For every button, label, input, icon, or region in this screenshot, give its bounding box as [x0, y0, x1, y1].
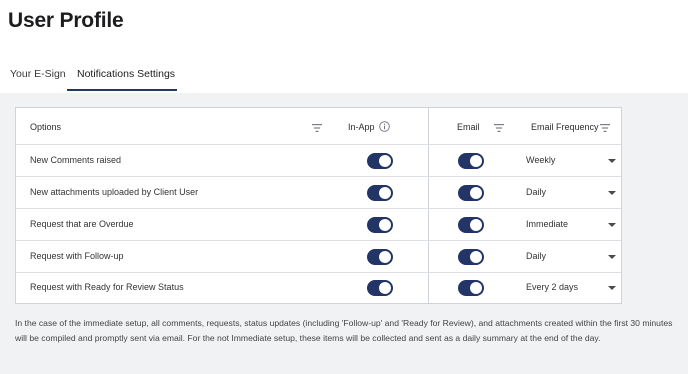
filter-icon[interactable] [312, 124, 322, 132]
toggle-knob [379, 219, 391, 231]
page-title: User Profile [8, 9, 124, 32]
option-label: New attachments uploaded by Client User [30, 187, 199, 197]
in-app-toggle[interactable] [367, 185, 393, 201]
email-toggle[interactable] [458, 249, 484, 265]
caret-down-icon [608, 191, 616, 195]
select-value: Every 2 days [526, 282, 579, 292]
header-in-app: In-App [348, 122, 375, 132]
filter-icon[interactable] [600, 124, 610, 132]
tab-notifications-settings[interactable]: Notifications Settings [77, 68, 175, 80]
table-header-row: Options In-App Email Email Frequency [16, 108, 621, 145]
header-email-frequency: Email Frequency [531, 122, 599, 132]
tab-bar: Your E-Sign Notifications Settings [0, 60, 688, 93]
email-frequency-select[interactable]: Weekly [526, 151, 618, 171]
toggle-knob [470, 251, 482, 263]
option-label: Request with Ready for Review Status [30, 282, 184, 292]
toggle-knob [379, 251, 391, 263]
toggle-knob [470, 219, 482, 231]
info-icon[interactable] [379, 121, 390, 132]
table-row: New Comments raised Weekly [16, 145, 621, 177]
option-label: New Comments raised [30, 155, 122, 165]
header-email: Email [457, 122, 480, 132]
header-options: Options [30, 122, 62, 132]
table-row: Request with Ready for Review Status Eve… [16, 273, 621, 303]
select-value: Daily [526, 187, 547, 197]
toggle-knob [470, 282, 482, 294]
active-tab-indicator [67, 89, 177, 91]
option-label: Request with Follow-up [30, 251, 124, 261]
email-toggle[interactable] [458, 217, 484, 233]
table-row: Request that are Overdue Immediate [16, 209, 621, 241]
in-app-toggle[interactable] [367, 153, 393, 169]
option-label: Request that are Overdue [30, 219, 134, 229]
email-toggle[interactable] [458, 280, 484, 296]
toggle-knob [379, 282, 391, 294]
toggle-knob [379, 155, 391, 167]
caret-down-icon [608, 223, 616, 227]
caret-down-icon [608, 159, 616, 163]
select-value: Weekly [526, 155, 556, 165]
filter-icon[interactable] [494, 124, 504, 132]
email-frequency-select[interactable]: Every 2 days [526, 278, 618, 298]
table-row: New attachments uploaded by Client User … [16, 177, 621, 209]
toggle-knob [470, 155, 482, 167]
select-value: Immediate [526, 219, 569, 229]
toggle-knob [379, 187, 391, 199]
email-toggle[interactable] [458, 185, 484, 201]
in-app-toggle[interactable] [367, 249, 393, 265]
caret-down-icon [608, 255, 616, 259]
email-frequency-select[interactable]: Immediate [526, 215, 618, 235]
email-frequency-select[interactable]: Daily [526, 247, 618, 267]
in-app-toggle[interactable] [367, 280, 393, 296]
caret-down-icon [608, 286, 616, 290]
tab-your-e-sign[interactable]: Your E-Sign [10, 68, 66, 80]
select-value: Daily [526, 251, 547, 261]
email-frequency-select[interactable]: Daily [526, 183, 618, 203]
toggle-knob [470, 187, 482, 199]
notification-footnote: In the case of the immediate setup, all … [15, 318, 673, 343]
notifications-table: Options In-App Email Email Frequency New… [15, 107, 622, 304]
email-toggle[interactable] [458, 153, 484, 169]
table-row: Request with Follow-up Daily [16, 241, 621, 273]
in-app-toggle[interactable] [367, 217, 393, 233]
